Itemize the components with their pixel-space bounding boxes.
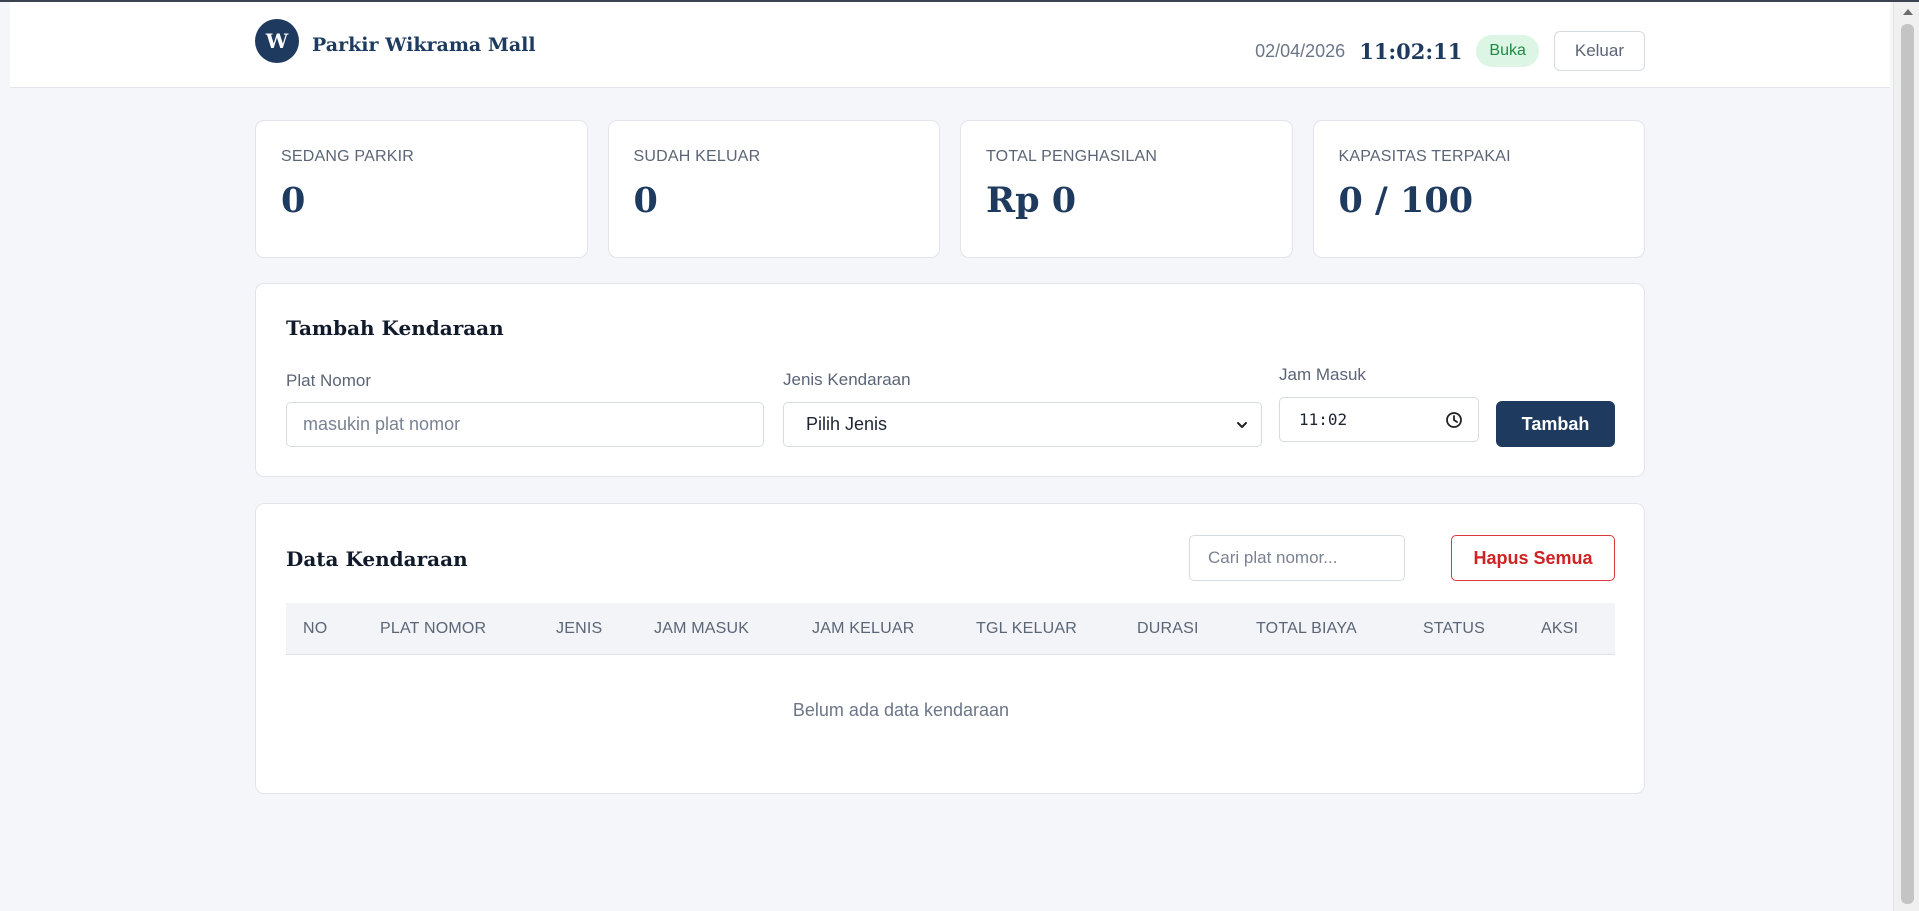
vehicle-type-selected: Pilih Jenis <box>806 414 888 434</box>
stat-card-exited: SUDAH KELUAR 0 <box>607 120 940 258</box>
plate-placeholder: masukin plat nomor <box>303 414 461 434</box>
status-badge: Buka <box>1476 35 1539 67</box>
stat-value: 0 / 100 <box>1338 180 1474 221</box>
add-vehicle-title: Tambah Kendaraan <box>286 316 504 340</box>
stat-label: KAPASITAS TERPAKAI <box>1338 148 1511 165</box>
entry-time-label: Jam Masuk <box>1279 365 1366 384</box>
current-time: 11:02:11 <box>1359 38 1463 64</box>
stat-value: 0 <box>281 180 306 221</box>
current-date: 02/04/2026 <box>1255 40 1346 61</box>
header-right: 02/04/2026 11:02:11 Buka Keluar <box>1255 31 1645 71</box>
stat-label: SEDANG PARKIR <box>281 148 414 165</box>
column-header-status: STATUS <box>1423 620 1485 637</box>
search-placeholder: Cari plat nomor... <box>1208 548 1338 567</box>
stat-card-parked: SEDANG PARKIR 0 <box>255 120 588 258</box>
column-header-action: AKSI <box>1541 620 1579 637</box>
app-title: Parkir Wikrama Mall <box>312 34 536 56</box>
empty-table-message: Belum ada data kendaraan <box>792 700 1010 720</box>
column-header-exit-time: JAM KELUAR <box>812 620 915 637</box>
scroll-up-arrow-icon[interactable] <box>1903 9 1913 15</box>
page-scrollbar[interactable] <box>1893 2 1919 911</box>
add-vehicle-button[interactable]: Tambah <box>1496 401 1615 447</box>
entry-time-value: 11:02 <box>1299 410 1348 429</box>
column-header-plate: PLAT NOMOR <box>380 620 487 637</box>
plate-search-input[interactable]: Cari plat nomor... <box>1189 535 1405 581</box>
column-header-type: JENIS <box>556 620 603 637</box>
stat-value: Rp 0 <box>986 180 1077 221</box>
scrollbar-thumb[interactable] <box>1901 24 1914 904</box>
plate-label: Plat Nomor <box>286 371 372 390</box>
brand: W Parkir Wikrama Mall <box>255 19 536 63</box>
plate-input[interactable]: masukin plat nomor <box>286 402 764 447</box>
column-header-total-cost: TOTAL BIAYA <box>1256 620 1357 637</box>
clock-icon[interactable] <box>1445 411 1463 429</box>
entry-time-input[interactable]: 11:02 <box>1279 397 1479 442</box>
stats-row: SEDANG PARKIR 0 SUDAH KELUAR 0 TOTAL PEN… <box>255 120 1645 258</box>
column-header-exit-date: TGL KELUAR <box>976 620 1077 637</box>
vehicle-data-panel: Data Kendaraan Cari plat nomor... Hapus … <box>255 503 1645 794</box>
column-header-entry-time: JAM MASUK <box>654 620 750 637</box>
stat-label: SUDAH KELUAR <box>633 148 761 165</box>
add-vehicle-panel: Tambah Kendaraan Plat Nomor masukin plat… <box>255 283 1645 477</box>
delete-all-button[interactable]: Hapus Semua <box>1451 535 1615 581</box>
top-header: W Parkir Wikrama Mall 02/04/2026 11:02:1… <box>10 2 1890 88</box>
stat-card-capacity: KAPASITAS TERPAKAI 0 / 100 <box>1312 120 1645 258</box>
vehicle-type-select[interactable]: Pilih Jenis <box>783 402 1262 447</box>
column-header-duration: DURASI <box>1137 620 1199 637</box>
stat-label: TOTAL PENGHASILAN <box>986 148 1158 165</box>
stat-card-income: TOTAL PENGHASILAN Rp 0 <box>960 120 1293 258</box>
logout-button[interactable]: Keluar <box>1553 31 1645 71</box>
chevron-down-icon <box>1237 422 1247 428</box>
column-header-no: NO <box>303 620 328 637</box>
stat-value: 0 <box>633 180 658 221</box>
table-header: NO PLAT NOMOR JENIS JAM MASUK JAM KELUAR… <box>286 603 1615 655</box>
vehicle-type-label: Jenis Kendaraan <box>783 370 911 389</box>
logo-badge: W <box>255 19 299 63</box>
vehicle-data-title: Data Kendaraan <box>286 547 468 571</box>
